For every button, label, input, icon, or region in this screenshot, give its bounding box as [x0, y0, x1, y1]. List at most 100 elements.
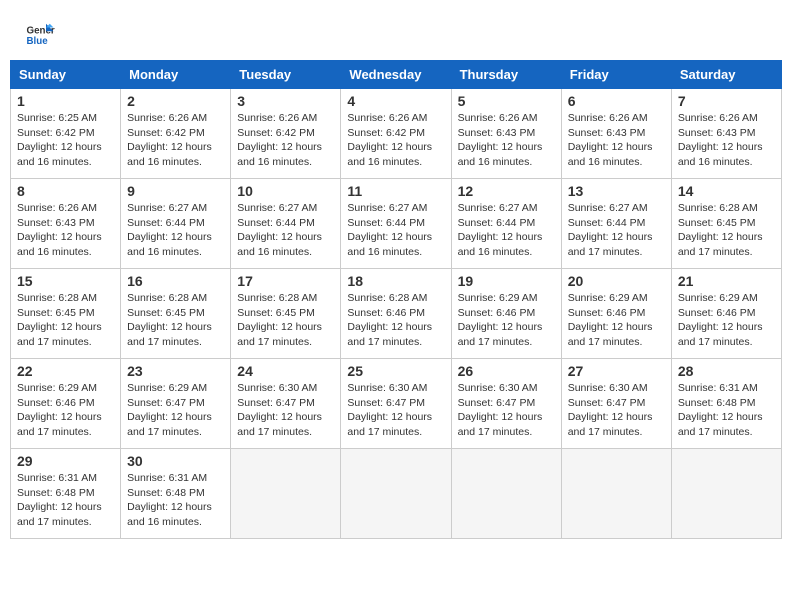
daylight-text: Daylight: 12 hours and 16 minutes. — [458, 140, 555, 169]
sunrise-text: Sunrise: 6:29 AM — [568, 291, 665, 306]
day-number: 9 — [127, 183, 224, 199]
calendar-cell: 19Sunrise: 6:29 AMSunset: 6:46 PMDayligh… — [451, 269, 561, 359]
calendar-cell — [451, 449, 561, 539]
day-number: 1 — [17, 93, 114, 109]
calendar-cell: 16Sunrise: 6:28 AMSunset: 6:45 PMDayligh… — [121, 269, 231, 359]
calendar-cell: 25Sunrise: 6:30 AMSunset: 6:47 PMDayligh… — [341, 359, 451, 449]
calendar-cell: 14Sunrise: 6:28 AMSunset: 6:45 PMDayligh… — [671, 179, 781, 269]
sunrise-text: Sunrise: 6:31 AM — [678, 381, 775, 396]
sunrise-text: Sunrise: 6:25 AM — [17, 111, 114, 126]
daylight-text: Daylight: 12 hours and 17 minutes. — [17, 500, 114, 529]
daylight-text: Daylight: 12 hours and 16 minutes. — [17, 230, 114, 259]
sunrise-text: Sunrise: 6:26 AM — [347, 111, 444, 126]
weekday-saturday: Saturday — [671, 61, 781, 89]
sunrise-text: Sunrise: 6:28 AM — [17, 291, 114, 306]
sunrise-text: Sunrise: 6:27 AM — [458, 201, 555, 216]
day-number: 12 — [458, 183, 555, 199]
calendar-cell: 29Sunrise: 6:31 AMSunset: 6:48 PMDayligh… — [11, 449, 121, 539]
sunrise-text: Sunrise: 6:29 AM — [17, 381, 114, 396]
header: General Blue — [10, 10, 782, 55]
daylight-text: Daylight: 12 hours and 16 minutes. — [237, 140, 334, 169]
sunset-text: Sunset: 6:48 PM — [17, 486, 114, 501]
day-number: 10 — [237, 183, 334, 199]
daylight-text: Daylight: 12 hours and 16 minutes. — [17, 140, 114, 169]
sunrise-text: Sunrise: 6:28 AM — [237, 291, 334, 306]
day-number: 11 — [347, 183, 444, 199]
daylight-text: Daylight: 12 hours and 17 minutes. — [17, 410, 114, 439]
sunset-text: Sunset: 6:46 PM — [568, 306, 665, 321]
day-number: 30 — [127, 453, 224, 469]
sunrise-text: Sunrise: 6:27 AM — [237, 201, 334, 216]
weekday-header-row: SundayMondayTuesdayWednesdayThursdayFrid… — [11, 61, 782, 89]
sunrise-text: Sunrise: 6:26 AM — [17, 201, 114, 216]
daylight-text: Daylight: 12 hours and 17 minutes. — [568, 320, 665, 349]
calendar-cell: 28 Sunrise: 6:31 AMSunset: 6:48 PMDayligh… — [671, 359, 781, 449]
sunset-text: Sunset: 6:44 PM — [568, 216, 665, 231]
daylight-text: Daylight: 12 hours and 16 minutes. — [458, 230, 555, 259]
calendar-cell: 21Sunrise: 6:29 AMSunset: 6:46 PMDayligh… — [671, 269, 781, 359]
daylight-text: Daylight: 12 hours and 17 minutes. — [237, 410, 334, 439]
daylight-text: Daylight: 12 hours and 16 minutes. — [678, 140, 775, 169]
calendar-cell: 5Sunrise: 6:26 AMSunset: 6:43 PMDaylight… — [451, 89, 561, 179]
calendar-cell: 26 Sunrise: 6:30 AMSunset: 6:47 PMDayligh… — [451, 359, 561, 449]
day-number: 25 — [347, 363, 444, 379]
sunrise-text: Sunrise: 6:26 AM — [127, 111, 224, 126]
day-number: 14 — [678, 183, 775, 199]
daylight-text: Daylight: 12 hours and 17 minutes. — [237, 320, 334, 349]
day-number: 26 — [458, 363, 555, 379]
sunrise-text: Sunrise: 6:27 AM — [568, 201, 665, 216]
sunset-text: Sunset: 6:48 PM — [678, 396, 775, 411]
calendar-cell: 10Sunrise: 6:27 AMSunset: 6:44 PMDayligh… — [231, 179, 341, 269]
weekday-tuesday: Tuesday — [231, 61, 341, 89]
calendar-cell: 27Sunrise: 6:30 AMSunset: 6:47 PMDayligh… — [561, 359, 671, 449]
week-row-4: 22Sunrise: 6:29 AMSunset: 6:46 PMDayligh… — [11, 359, 782, 449]
daylight-text: Daylight: 12 hours and 16 minutes. — [237, 230, 334, 259]
daylight-text: Daylight: 12 hours and 17 minutes. — [458, 410, 555, 439]
day-number: 7 — [678, 93, 775, 109]
sunset-text: Sunset: 6:47 PM — [127, 396, 224, 411]
calendar-cell: 6Sunrise: 6:26 AMSunset: 6:43 PMDaylight… — [561, 89, 671, 179]
calendar-cell — [671, 449, 781, 539]
day-number: 23 — [127, 363, 224, 379]
daylight-text: Daylight: 12 hours and 16 minutes. — [127, 140, 224, 169]
day-number: 24 — [237, 363, 334, 379]
sunset-text: Sunset: 6:46 PM — [458, 306, 555, 321]
calendar-cell: 4Sunrise: 6:26 AMSunset: 6:42 PMDaylight… — [341, 89, 451, 179]
sunrise-text: Sunrise: 6:26 AM — [237, 111, 334, 126]
sunset-text: Sunset: 6:47 PM — [237, 396, 334, 411]
day-number: 6 — [568, 93, 665, 109]
day-number: 28 — [678, 363, 775, 379]
sunrise-text: Sunrise: 6:30 AM — [568, 381, 665, 396]
week-row-5: 29Sunrise: 6:31 AMSunset: 6:48 PMDayligh… — [11, 449, 782, 539]
calendar-cell: 7 Sunrise: 6:26 AMSunset: 6:43 PMDaylight… — [671, 89, 781, 179]
calendar-cell: 22Sunrise: 6:29 AMSunset: 6:46 PMDayligh… — [11, 359, 121, 449]
calendar-cell: 13Sunrise: 6:27 AMSunset: 6:44 PMDayligh… — [561, 179, 671, 269]
sunrise-text: Sunrise: 6:26 AM — [678, 111, 775, 126]
calendar: SundayMondayTuesdayWednesdayThursdayFrid… — [10, 60, 782, 539]
daylight-text: Daylight: 12 hours and 17 minutes. — [458, 320, 555, 349]
daylight-text: Daylight: 12 hours and 16 minutes. — [347, 230, 444, 259]
calendar-cell: 20Sunrise: 6:29 AMSunset: 6:46 PMDayligh… — [561, 269, 671, 359]
calendar-cell: 17Sunrise: 6:28 AMSunset: 6:45 PMDayligh… — [231, 269, 341, 359]
sunset-text: Sunset: 6:45 PM — [237, 306, 334, 321]
day-number: 16 — [127, 273, 224, 289]
svg-text:Blue: Blue — [27, 36, 49, 47]
daylight-text: Daylight: 12 hours and 16 minutes. — [347, 140, 444, 169]
calendar-cell — [561, 449, 671, 539]
sunset-text: Sunset: 6:47 PM — [347, 396, 444, 411]
sunrise-text: Sunrise: 6:29 AM — [458, 291, 555, 306]
sunrise-text: Sunrise: 6:30 AM — [458, 381, 555, 396]
sunset-text: Sunset: 6:45 PM — [678, 216, 775, 231]
sunset-text: Sunset: 6:42 PM — [347, 126, 444, 141]
daylight-text: Daylight: 12 hours and 17 minutes. — [678, 410, 775, 439]
sunset-text: Sunset: 6:44 PM — [127, 216, 224, 231]
sunset-text: Sunset: 6:43 PM — [678, 126, 775, 141]
week-row-3: 15Sunrise: 6:28 AMSunset: 6:45 PMDayligh… — [11, 269, 782, 359]
sunrise-text: Sunrise: 6:26 AM — [458, 111, 555, 126]
sunrise-text: Sunrise: 6:26 AM — [568, 111, 665, 126]
daylight-text: Daylight: 12 hours and 17 minutes. — [347, 320, 444, 349]
calendar-cell: 23Sunrise: 6:29 AMSunset: 6:47 PMDayligh… — [121, 359, 231, 449]
day-number: 15 — [17, 273, 114, 289]
sunset-text: Sunset: 6:47 PM — [458, 396, 555, 411]
daylight-text: Daylight: 12 hours and 17 minutes. — [568, 410, 665, 439]
